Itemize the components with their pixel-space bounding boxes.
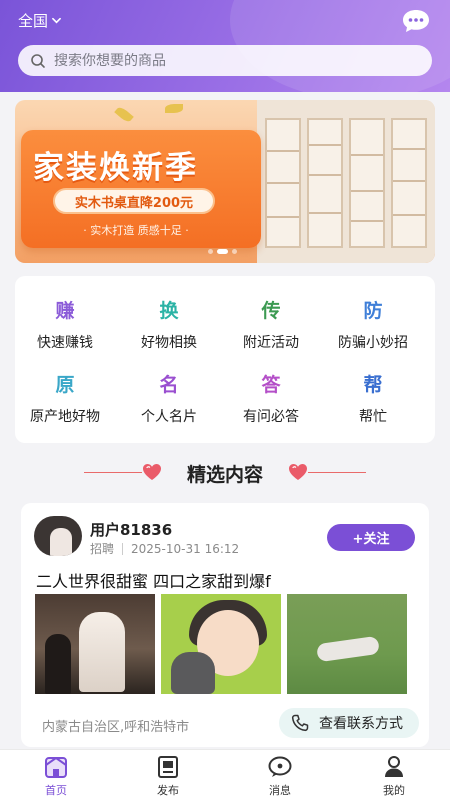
chevron-down-icon xyxy=(52,17,61,24)
post-card[interactable]: 用户81836 招聘 2025-10-31 16:12 +关注 二人世界很甜蜜 … xyxy=(21,503,429,747)
quick-entry-item[interactable]: 答有问必答 xyxy=(221,372,321,442)
quick-entry-icon: 原 xyxy=(55,374,75,396)
post-photo[interactable] xyxy=(35,594,155,694)
tab-label: 消息 xyxy=(269,784,291,797)
quick-entry-label: 快速赚钱 xyxy=(37,335,93,351)
profile-icon xyxy=(385,756,403,777)
quick-entry-item[interactable]: 防防骗小妙招 xyxy=(323,298,423,368)
banner-title: 家装焕新季 xyxy=(33,150,198,186)
banner-promo-pill: 实木书桌直降200元 xyxy=(53,188,215,214)
avatar[interactable] xyxy=(34,516,82,556)
post-photo[interactable] xyxy=(287,594,407,694)
quick-entry-label: 有问必答 xyxy=(243,409,299,425)
quick-entry-icon: 名 xyxy=(159,374,179,396)
carousel-dot[interactable] xyxy=(208,249,213,254)
follow-button[interactable]: +关注 xyxy=(327,524,415,551)
home-icon xyxy=(45,757,67,778)
tab-label: 首页 xyxy=(45,784,67,797)
quick-entry-grid: 赚快速赚钱换好物相换传附近活动防防骗小妙招原原产地好物名个人名片答有问必答帮帮忙 xyxy=(15,276,435,443)
section-header: 精选内容 xyxy=(0,455,450,489)
search-input[interactable] xyxy=(54,52,394,69)
message-icon xyxy=(268,756,292,777)
quick-entry-item[interactable]: 名个人名片 xyxy=(119,372,219,442)
quick-entry-label: 防骗小妙招 xyxy=(338,335,408,351)
leaf-decoration xyxy=(165,104,183,113)
region-selector[interactable]: 全国 xyxy=(18,10,61,31)
quick-entry-label: 好物相换 xyxy=(141,335,197,351)
tab-messages[interactable]: 消息 xyxy=(250,755,310,798)
post-location: 内蒙古自治区,呼和浩特市 xyxy=(42,720,190,735)
tab-label: 发布 xyxy=(157,784,179,797)
quick-entry-item[interactable]: 传附近活动 xyxy=(221,298,321,368)
quick-entry-label: 帮忙 xyxy=(359,409,387,425)
quick-entry-item[interactable]: 换好物相换 xyxy=(119,298,219,368)
quick-entry-icon: 传 xyxy=(261,300,281,322)
quick-entry-label: 附近活动 xyxy=(243,335,299,351)
section-title: 精选内容 xyxy=(186,464,263,486)
post-time: 2025-10-31 16:12 xyxy=(131,541,240,556)
view-contact-label: 查看联系方式 xyxy=(319,716,403,732)
quick-entry-icon: 帮 xyxy=(363,374,383,396)
leaf-decoration xyxy=(114,105,134,124)
tab-home[interactable]: 首页 xyxy=(26,755,86,798)
promo-banner[interactable]: 家装焕新季 实木书桌直降200元 · 实木打造 质感十足 · xyxy=(15,100,435,263)
post-photo[interactable] xyxy=(161,594,281,694)
post-title[interactable]: 二人世界很甜蜜 四口之家甜到爆f xyxy=(36,568,271,592)
quick-entry-item[interactable]: 赚快速赚钱 xyxy=(15,298,115,368)
search-bar[interactable] xyxy=(18,45,432,76)
bottom-tab-bar: 首页 发布 消息 我的 xyxy=(0,749,450,800)
chat-button[interactable] xyxy=(400,6,432,36)
heart-icon xyxy=(289,464,307,480)
header: 全国 xyxy=(0,0,450,92)
banner-subtitle: · 实木打造 质感十足 · xyxy=(83,224,189,237)
carousel-indicator xyxy=(208,249,237,254)
chat-bubble-icon xyxy=(403,10,429,32)
divider xyxy=(122,542,124,555)
tab-publish[interactable]: 发布 xyxy=(138,755,198,798)
publish-icon xyxy=(158,756,178,778)
post-username[interactable]: 用户81836 xyxy=(90,519,172,540)
search-icon xyxy=(31,53,45,68)
view-contact-button[interactable]: 查看联系方式 xyxy=(279,708,419,738)
divider xyxy=(308,472,366,473)
tab-profile[interactable]: 我的 xyxy=(364,755,424,798)
quick-entry-item[interactable]: 帮帮忙 xyxy=(323,372,423,442)
quick-entry-icon: 换 xyxy=(159,300,179,322)
quick-entry-label: 原产地好物 xyxy=(30,409,100,425)
carousel-dot[interactable] xyxy=(232,249,237,254)
banner-panel: 家装焕新季 实木书桌直降200元 · 实木打造 质感十足 · xyxy=(21,130,261,248)
quick-entry-icon: 赚 xyxy=(55,300,75,322)
quick-entry-icon: 答 xyxy=(261,374,281,396)
post-category: 招聘 xyxy=(90,542,115,556)
post-meta: 招聘 2025-10-31 16:12 xyxy=(90,540,239,557)
tab-label: 我的 xyxy=(383,784,405,797)
carousel-dot[interactable] xyxy=(217,249,228,254)
quick-entry-item[interactable]: 原原产地好物 xyxy=(15,372,115,442)
quick-entry-label: 个人名片 xyxy=(141,409,197,425)
region-label: 全国 xyxy=(18,12,49,30)
phone-icon xyxy=(291,714,309,732)
banner-bookshelf-image xyxy=(257,100,435,263)
quick-entry-icon: 防 xyxy=(363,300,383,322)
